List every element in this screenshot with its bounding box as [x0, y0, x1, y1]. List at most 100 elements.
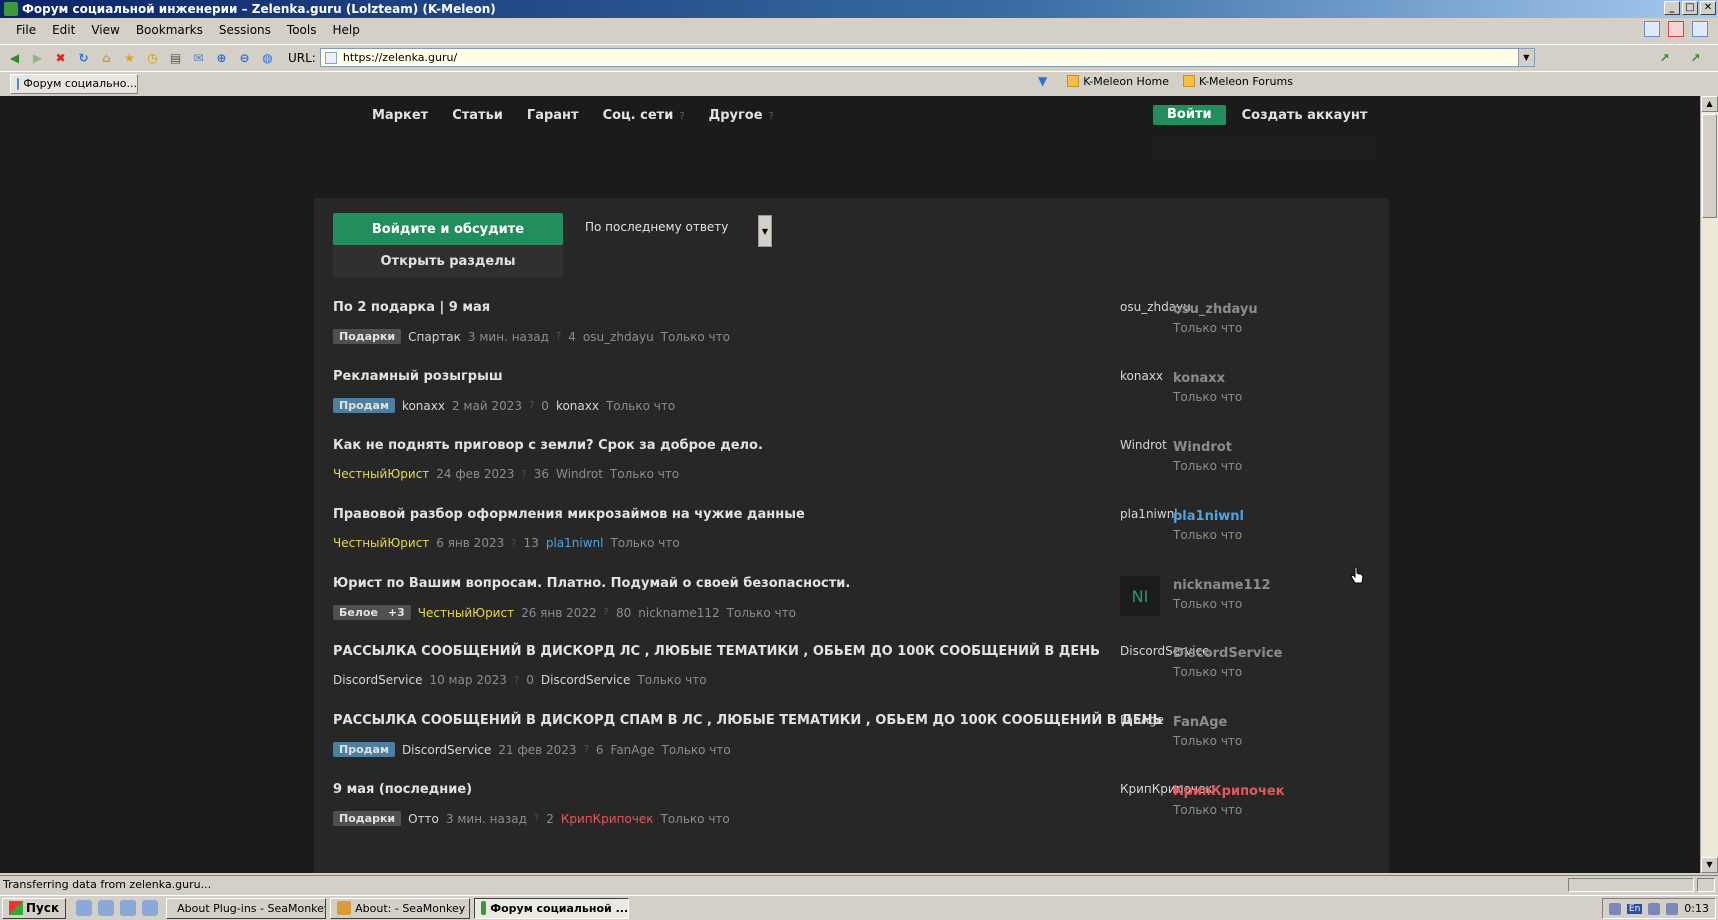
thread-last-author[interactable]: osu_zhdayu — [583, 330, 654, 344]
bookmark-star-icon[interactable]: ★ — [121, 49, 138, 66]
menu-bookmarks[interactable]: Bookmarks — [130, 21, 209, 39]
thread-title[interactable]: 9 мая (последние) — [333, 782, 472, 797]
stop-icon[interactable]: ✖ — [52, 49, 69, 66]
home-icon[interactable]: ⌂ — [98, 49, 115, 66]
menu-edit[interactable]: Edit — [46, 21, 81, 39]
new-window-icon[interactable] — [1644, 21, 1660, 37]
last-poster-name[interactable]: osu_zhdayu — [1173, 302, 1258, 317]
thread-author[interactable]: DiscordService — [402, 743, 491, 757]
login-button[interactable]: Войти — [1153, 105, 1226, 125]
nav-other[interactable]: Другое? — [709, 108, 774, 123]
last-poster-name[interactable]: konaxx — [1173, 371, 1225, 386]
avatar[interactable]: NI — [1120, 576, 1160, 616]
last-poster-name[interactable]: КрипКрипочек — [1173, 784, 1285, 799]
mail-icon[interactable]: ✉ — [190, 49, 207, 66]
menu-help[interactable]: Help — [326, 21, 365, 39]
minimize-button[interactable]: _ — [1664, 1, 1680, 15]
print-icon[interactable]: ▤ — [167, 49, 184, 66]
thread-title[interactable]: РАССЫЛКА СООБЩЕНИЙ В ДИСКОРД СПАМ В ЛС ,… — [333, 713, 1162, 728]
last-poster-name[interactable]: DiscordService — [1173, 646, 1282, 661]
menu-sessions[interactable]: Sessions — [213, 21, 277, 39]
thread-author[interactable]: konaxx — [402, 399, 445, 413]
task-seamonkey-plugins[interactable]: About Plug-ins - SeaMonkey — [166, 897, 327, 919]
thread-row[interactable]: РАССЫЛКА СООБЩЕНИЙ В ДИСКОРД ЛС , ЛЮБЫЕ … — [333, 644, 1373, 719]
thread-row[interactable]: Правовой разбор оформления микрозаймов н… — [333, 507, 1373, 582]
thread-title[interactable]: Рекламный розыгрыш — [333, 369, 503, 384]
menu-tools[interactable]: Tools — [281, 21, 323, 39]
nav-guarantor[interactable]: Гарант — [527, 108, 579, 123]
zoom-out-icon[interactable]: ⊖ — [236, 49, 253, 66]
menu-view[interactable]: View — [85, 21, 125, 39]
thread-prefix[interactable]: Белое +3 — [333, 605, 411, 620]
reload-icon[interactable]: ↻ — [75, 49, 92, 66]
thread-title[interactable]: РАССЫЛКА СООБЩЕНИЙ В ДИСКОРД ЛС , ЛЮБЫЕ … — [333, 644, 1100, 659]
last-poster-name[interactable]: nickname112 — [1173, 578, 1271, 593]
firefox-icon[interactable] — [142, 900, 159, 916]
chevron-down-icon[interactable]: ▼ — [758, 215, 772, 247]
maximize-button[interactable]: □ — [1682, 1, 1698, 15]
thread-author[interactable]: DiscordService — [333, 673, 422, 687]
open-sections-button[interactable]: Открыть разделы — [333, 245, 563, 277]
thread-author[interactable]: ЧестныйЮрист — [418, 606, 514, 620]
nav-market[interactable]: Маркет — [372, 108, 428, 123]
avatar[interactable]: konaxx — [1120, 369, 1163, 383]
thread-row[interactable]: Юрист по Вашим вопросам. Платно. Подумай… — [333, 576, 1373, 651]
nav-articles[interactable]: Статьи — [452, 108, 503, 123]
thread-prefix[interactable]: Подарки — [333, 329, 402, 344]
avatar[interactable]: pla1niwnl — [1120, 507, 1178, 521]
thread-author[interactable]: ЧестныйЮрист — [333, 467, 429, 481]
bookmark-kmeleon-forums[interactable]: K-Meleon Forums — [1183, 75, 1293, 88]
show-desktop-icon[interactable] — [76, 900, 93, 916]
thread-title[interactable]: Как не поднять приговор с земли? Срок за… — [333, 438, 763, 453]
thread-last-author[interactable]: konaxx — [556, 399, 599, 413]
last-poster-name[interactable]: FanAge — [1173, 715, 1227, 730]
start-button[interactable]: Пуск — [2, 897, 67, 919]
tray-monitor-icon[interactable] — [1648, 902, 1661, 915]
thread-title[interactable]: Юрист по Вашим вопросам. Платно. Подумай… — [333, 576, 850, 591]
task-kmeleon-forum[interactable]: Форум социальной ... — [474, 897, 630, 919]
thread-prefix[interactable]: Продам — [333, 742, 395, 757]
scroll-up-icon[interactable]: ▲ — [1701, 96, 1718, 112]
back-icon[interactable]: ◀ — [6, 49, 23, 66]
language-indicator[interactable]: En — [1626, 903, 1643, 914]
thread-last-author[interactable]: DiscordService — [541, 673, 630, 687]
thread-row[interactable]: 9 мая (последние) Подарки Отто 3 мин. на… — [333, 782, 1373, 857]
scroll-down-icon[interactable]: ▼ — [1701, 857, 1718, 873]
signup-link[interactable]: Создать аккаунт — [1242, 108, 1368, 123]
thread-last-author[interactable]: pla1niwnl — [546, 536, 604, 550]
forward-icon[interactable]: ▶ — [29, 49, 46, 66]
avatar[interactable]: Windrot — [1120, 438, 1167, 452]
thread-prefix[interactable]: Продам — [333, 398, 395, 413]
tray-network-icon[interactable] — [1608, 902, 1621, 915]
thread-row[interactable]: Как не поднять приговор с земли? Срок за… — [333, 438, 1373, 513]
ie-icon[interactable] — [98, 900, 115, 916]
notepad-icon[interactable] — [120, 900, 137, 916]
thread-row[interactable]: По 2 подарка | 9 мая Подарки Спартак 3 м… — [333, 300, 1373, 375]
url-dropdown-icon[interactable]: ▼ — [1517, 49, 1534, 66]
thread-last-author[interactable]: FanAge — [611, 743, 655, 757]
thread-last-author[interactable]: nickname112 — [638, 606, 719, 620]
thread-last-author[interactable]: КрипКрипочек — [561, 812, 654, 826]
thread-prefix[interactable]: Подарки — [333, 811, 402, 826]
scroll-thumb[interactable] — [1702, 114, 1717, 218]
thread-row[interactable]: Рекламный розыгрыш Продам konaxx 2 май 2… — [333, 369, 1373, 444]
zoom-in-icon[interactable]: ⊕ — [213, 49, 230, 66]
thread-author[interactable]: Отто — [408, 812, 439, 826]
bookmarks-arrow-icon[interactable]: ▼ — [1038, 74, 1047, 88]
last-poster-name[interactable]: pla1niwnl — [1173, 509, 1244, 524]
history-icon[interactable]: ◷ — [144, 49, 161, 66]
close-button[interactable]: ✕ — [1700, 1, 1716, 15]
page-scrollbar[interactable]: ▲ ▼ — [1700, 96, 1718, 873]
task-seamonkey-about[interactable]: About: - SeaMonkey — [330, 897, 471, 919]
last-poster-name[interactable]: Windrot — [1173, 440, 1232, 455]
globe-icon[interactable]: ◍ — [259, 49, 276, 66]
menu-file[interactable]: File — [10, 21, 42, 39]
tab-forum[interactable]: Форум социально... — [10, 73, 138, 94]
sort-select[interactable]: По последнему ответу ▼ — [569, 213, 774, 247]
search-go-icon[interactable]: ↗ — [1687, 49, 1704, 66]
thread-title[interactable]: Правовой разбор оформления микрозаймов н… — [333, 507, 805, 522]
close-tab-icon[interactable] — [1668, 21, 1684, 37]
security-lock-icon[interactable] — [1697, 878, 1715, 892]
go-icon[interactable]: ↗ — [1656, 49, 1673, 66]
url-input[interactable]: https://zelenka.guru/ ▼ — [319, 48, 1535, 67]
